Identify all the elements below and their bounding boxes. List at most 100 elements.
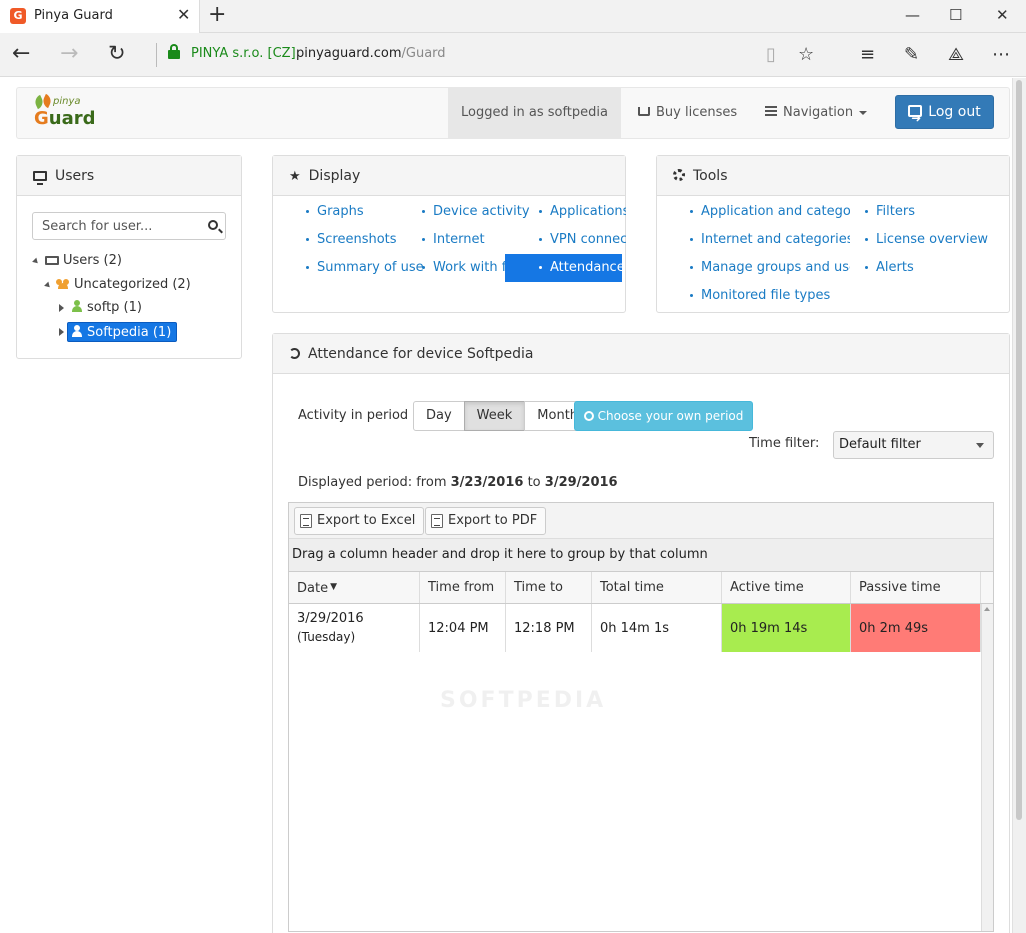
user-search-box bbox=[32, 212, 226, 240]
pinya-guard-logo[interactable]: pinya Guard bbox=[31, 93, 101, 134]
link-vpn-connections[interactable]: VPN connections bbox=[539, 230, 626, 250]
gear-icon bbox=[673, 169, 685, 181]
reading-view-icon[interactable]: ▯ bbox=[766, 44, 776, 65]
tree-node-user-softpedia[interactable]: Softpedia (1) bbox=[57, 322, 178, 342]
group-icon bbox=[56, 277, 70, 289]
monitor-icon bbox=[33, 171, 47, 185]
tools-panel-heading: Tools bbox=[657, 156, 1009, 196]
caret-down-icon bbox=[859, 110, 868, 115]
link-manage-groups-users[interactable]: Manage groups and users bbox=[690, 258, 850, 278]
tab-title: Pinya Guard bbox=[34, 8, 113, 23]
time-filter-select[interactable]: Default filter bbox=[833, 431, 994, 459]
column-header-time-from[interactable]: Time from bbox=[420, 572, 506, 603]
pinya-favicon-icon: G bbox=[10, 8, 26, 24]
back-arrow-icon[interactable]: ← bbox=[12, 41, 30, 66]
period-week-button[interactable]: Week bbox=[463, 401, 526, 431]
tree-node-uncategorized[interactable]: Uncategorized (2) bbox=[43, 275, 191, 295]
display-panel-heading: ★ Display bbox=[273, 156, 625, 196]
expand-arrow-icon[interactable] bbox=[44, 281, 52, 290]
column-header-passive-time[interactable]: Passive time bbox=[851, 572, 981, 603]
browser-address-bar: ← → ↻ PINYA s.r.o. [CZ] pinyaguard.com/G… bbox=[0, 33, 1026, 77]
cell-time-to: 12:18 PM bbox=[506, 604, 592, 652]
maximize-icon[interactable]: ☐ bbox=[949, 6, 962, 24]
link-screenshots[interactable]: Screenshots bbox=[306, 230, 416, 250]
column-header-active-time[interactable]: Active time bbox=[722, 572, 851, 603]
cart-icon bbox=[638, 107, 650, 116]
export-pdf-button[interactable]: Export to PDF bbox=[425, 507, 547, 535]
grid-toolbar: Export to Excel Export to PDF bbox=[289, 503, 993, 539]
cell-time-from: 12:04 PM bbox=[420, 604, 506, 652]
page-scrollbar-thumb[interactable] bbox=[1016, 80, 1022, 820]
attendance-grid: Export to Excel Export to PDF Drag a col… bbox=[288, 502, 994, 932]
favorite-star-icon[interactable]: ☆ bbox=[798, 44, 814, 65]
attendance-panel: Attendance for device Softpedia Activity… bbox=[272, 333, 1010, 933]
users-panel-heading: Users bbox=[17, 156, 241, 196]
browser-tab[interactable]: G Pinya Guard ✕ bbox=[0, 0, 200, 33]
user-search-input[interactable] bbox=[33, 213, 198, 239]
certificate-label[interactable]: PINYA s.r.o. [CZ] bbox=[191, 46, 296, 61]
column-header-date[interactable]: Date ▼ bbox=[289, 572, 420, 603]
column-header-total-time[interactable]: Total time bbox=[592, 572, 722, 603]
link-attendance[interactable]: Attendance bbox=[505, 254, 622, 282]
grid-header: Date ▼ Time from Time to Total time Activ… bbox=[289, 572, 993, 604]
tree-node-user-softp[interactable]: softp (1) bbox=[57, 298, 142, 318]
excel-file-icon bbox=[300, 514, 312, 528]
new-tab-icon[interactable]: + bbox=[208, 2, 226, 27]
star-icon: ★ bbox=[289, 169, 301, 184]
navigation-dropdown[interactable]: Navigation bbox=[765, 88, 868, 138]
watermark: SOFTPEDIA bbox=[440, 688, 607, 713]
link-graphs[interactable]: Graphs bbox=[306, 202, 416, 222]
link-internet[interactable]: Internet bbox=[422, 230, 532, 250]
link-application-categories[interactable]: Application and categories bbox=[690, 202, 850, 222]
user-icon bbox=[72, 300, 82, 312]
window-close-icon[interactable]: ✕ bbox=[996, 6, 1009, 24]
table-row[interactable]: 3/29/2016 (Tuesday) 12:04 PM 12:18 PM 0h … bbox=[289, 604, 981, 652]
refresh-icon[interactable]: ↻ bbox=[108, 41, 126, 65]
attendance-panel-heading: Attendance for device Softpedia bbox=[273, 334, 1009, 374]
link-internet-categories[interactable]: Internet and categories bbox=[690, 230, 850, 250]
collapse-arrow-icon[interactable] bbox=[59, 304, 64, 312]
hub-icon[interactable]: ≡ bbox=[860, 44, 875, 65]
displayed-period: Displayed period: from 3/23/2016 to 3/29… bbox=[298, 475, 618, 490]
users-panel: Users Users (2) Uncategorized (2) softp … bbox=[16, 155, 242, 359]
link-summary-of-users[interactable]: Summary of users bbox=[306, 258, 423, 278]
history-icon bbox=[289, 348, 300, 359]
url-field[interactable]: pinyaguard.com/Guard bbox=[296, 46, 446, 61]
logout-button[interactable]: Log out bbox=[895, 95, 994, 134]
activity-period-label: Activity in period bbox=[298, 408, 409, 423]
grid-scrollbar[interactable] bbox=[981, 604, 993, 931]
column-header-time-to[interactable]: Time to bbox=[506, 572, 592, 603]
link-license-overview[interactable]: License overview bbox=[865, 230, 1005, 250]
link-applications[interactable]: Applications bbox=[539, 202, 626, 222]
period-day-button[interactable]: Day bbox=[413, 401, 465, 431]
link-filters[interactable]: Filters bbox=[865, 202, 1005, 222]
tree-node-users[interactable]: Users (2) bbox=[31, 251, 122, 271]
group-drop-area[interactable]: Drag a column header and drop it here to… bbox=[289, 539, 993, 572]
share-icon[interactable]: ⟁ bbox=[948, 44, 964, 65]
menu-icon bbox=[765, 106, 777, 116]
forward-arrow-icon[interactable]: → bbox=[60, 41, 78, 66]
link-device-activity[interactable]: Device activity bbox=[422, 202, 532, 222]
display-panel: ★ Display Graphs Screenshots Summary of u… bbox=[272, 155, 626, 313]
tab-close-icon[interactable]: ✕ bbox=[177, 5, 190, 24]
cell-date: 3/29/2016 (Tuesday) bbox=[289, 604, 420, 652]
pdf-file-icon bbox=[431, 514, 443, 528]
export-excel-button[interactable]: Export to Excel bbox=[294, 507, 425, 535]
link-work-with-files[interactable]: Work with files bbox=[422, 258, 505, 278]
link-monitored-file-types[interactable]: Monitored file types bbox=[690, 286, 850, 306]
dropdown-arrow-icon bbox=[976, 443, 984, 448]
choose-period-button[interactable]: Choose your own period bbox=[574, 401, 753, 431]
web-note-icon[interactable]: ✎ bbox=[904, 44, 919, 65]
time-filter-label: Time filter: bbox=[749, 436, 820, 451]
more-menu-icon[interactable]: ⋯ bbox=[992, 44, 1010, 65]
clock-icon bbox=[583, 411, 594, 421]
scroll-up-icon[interactable] bbox=[984, 607, 990, 611]
minimize-icon[interactable]: — bbox=[905, 6, 920, 24]
expand-arrow-icon[interactable] bbox=[32, 257, 40, 266]
search-icon[interactable] bbox=[208, 220, 218, 230]
collapse-arrow-icon[interactable] bbox=[59, 328, 64, 336]
sort-desc-icon: ▼ bbox=[330, 582, 337, 592]
buy-licenses-link[interactable]: Buy licenses bbox=[638, 88, 737, 138]
link-alerts[interactable]: Alerts bbox=[865, 258, 1005, 278]
period-button-group: Day Week Month bbox=[413, 401, 592, 431]
